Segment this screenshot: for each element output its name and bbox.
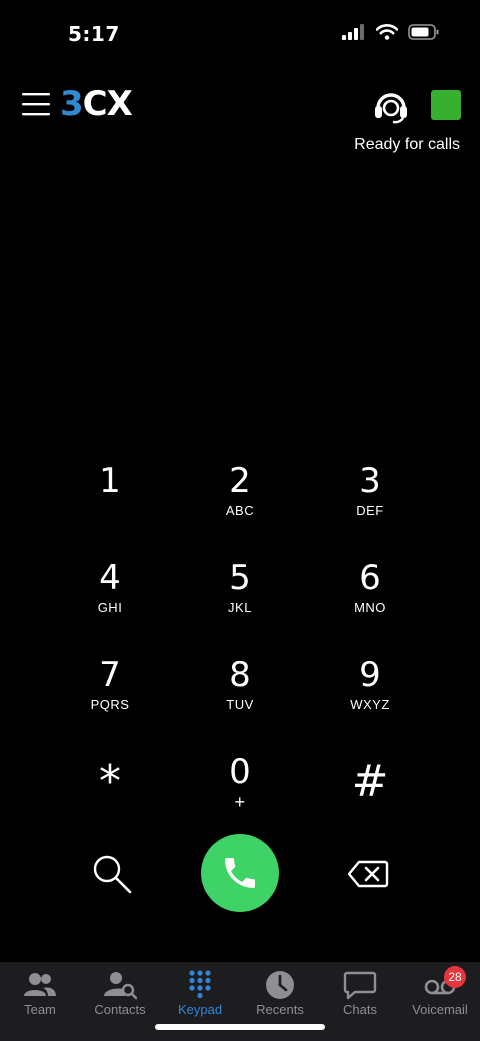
- contacts-icon: [104, 972, 137, 1000]
- tab-voicemail[interactable]: 28 Voicemail: [400, 962, 480, 1041]
- tab-chats[interactable]: Chats: [320, 962, 400, 1041]
- dial-keypad: 1 2 ABC 3 DEF 4 GHI 5 JKL 6 MNO 7 PQRS 8…: [45, 452, 435, 840]
- key-digit: *: [99, 756, 121, 807]
- key-3[interactable]: 3 DEF: [305, 452, 435, 549]
- key-digit: 6: [359, 558, 381, 598]
- tab-label: Contacts: [94, 1002, 146, 1017]
- wifi-icon: [376, 24, 398, 40]
- logo-text-x: X: [106, 84, 133, 124]
- key-5[interactable]: 5 JKL: [175, 549, 305, 646]
- app-logo: 3CX: [60, 82, 133, 126]
- presence-status-text: Ready for calls: [354, 136, 460, 153]
- tab-contacts[interactable]: Contacts: [80, 962, 160, 1041]
- backspace-icon[interactable]: [347, 860, 389, 888]
- key-star[interactable]: *: [45, 743, 175, 840]
- key-digit: 1: [99, 461, 121, 501]
- key-letters: +: [234, 792, 246, 812]
- key-digit: #: [351, 756, 389, 807]
- headset-icon[interactable]: [372, 88, 410, 124]
- tab-label: Voicemail: [412, 1002, 468, 1017]
- tab-label: Recents: [256, 1002, 304, 1017]
- call-button[interactable]: [201, 834, 279, 912]
- keypad-icon: [189, 970, 211, 999]
- key-4[interactable]: 4 GHI: [45, 549, 175, 646]
- status-icons: [342, 24, 440, 40]
- key-digit: 8: [229, 655, 251, 695]
- status-bar: 5:17: [0, 0, 480, 70]
- key-digit: 3: [359, 461, 381, 501]
- search-icon[interactable]: [90, 852, 136, 898]
- clock-icon: [266, 971, 294, 999]
- key-letters: ABC: [225, 503, 255, 518]
- key-1[interactable]: 1: [45, 452, 175, 549]
- key-digit: 9: [359, 655, 381, 695]
- cellular-signal-icon: [342, 24, 364, 40]
- tab-team[interactable]: Team: [0, 962, 80, 1041]
- tab-label: Keypad: [177, 1002, 223, 1017]
- key-digit: 4: [99, 558, 121, 598]
- battery-icon: [408, 24, 439, 40]
- key-letters: WXYZ: [350, 697, 390, 712]
- hamburger-menu-icon[interactable]: [22, 90, 52, 120]
- key-letters: DEF: [356, 503, 384, 518]
- key-8[interactable]: 8 TUV: [175, 646, 305, 743]
- key-digit: 5: [229, 558, 251, 598]
- voicemail-count-badge: 28: [444, 966, 466, 988]
- status-time: 5:17: [68, 22, 120, 46]
- tab-label: Chats: [343, 1002, 377, 1017]
- key-letters: JKL: [228, 600, 252, 615]
- phone-icon: [225, 858, 255, 888]
- presence-status-indicator[interactable]: [431, 90, 461, 120]
- team-icon: [24, 973, 56, 996]
- key-digit: 2: [229, 461, 251, 501]
- key-letters: PQRS: [90, 697, 130, 712]
- key-9[interactable]: 9 WXYZ: [305, 646, 435, 743]
- logo-text-c: C: [82, 84, 108, 124]
- key-letters: MNO: [354, 600, 386, 615]
- key-letters: GHI: [97, 600, 123, 615]
- chat-icon: [343, 971, 377, 1000]
- key-7[interactable]: 7 PQRS: [45, 646, 175, 743]
- key-0[interactable]: 0 +: [175, 743, 305, 840]
- tab-label: Team: [24, 1002, 56, 1017]
- key-digit: 0: [229, 752, 251, 792]
- key-letters: TUV: [226, 697, 254, 712]
- key-6[interactable]: 6 MNO: [305, 549, 435, 646]
- key-hash[interactable]: #: [305, 743, 435, 840]
- key-digit: 7: [99, 655, 121, 695]
- logo-text-3: 3: [60, 84, 84, 124]
- key-2[interactable]: 2 ABC: [175, 452, 305, 549]
- home-indicator[interactable]: [155, 1024, 325, 1030]
